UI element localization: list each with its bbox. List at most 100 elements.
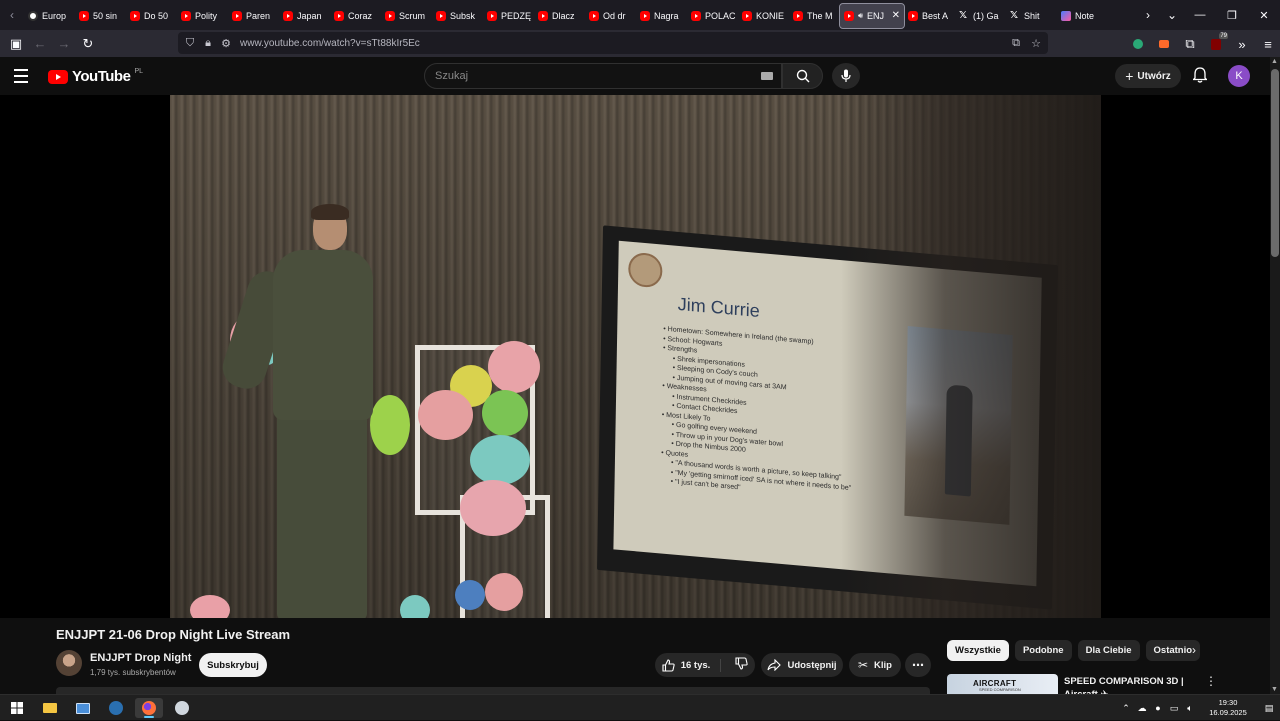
clip-button[interactable]: ✂ Klip	[849, 653, 901, 677]
channel-name[interactable]: ENJJPT Drop Night	[90, 652, 191, 664]
video-player[interactable]: Jim Currie • Hometown: Somewhere in Irel…	[0, 95, 1270, 618]
browser-tab[interactable]: 𝕏 Shit	[1006, 4, 1057, 28]
browser-tab[interactable]: Od dr	[585, 4, 636, 28]
tab-title: Europ	[42, 10, 67, 21]
reload-icon[interactable]: ↻	[76, 32, 100, 56]
share-button[interactable]: Udostępnij	[761, 653, 843, 677]
browser-tab[interactable]: Paren	[228, 4, 279, 28]
url-text[interactable]: www.youtube.com/watch?v=sTt88kIr5Ec	[240, 38, 420, 49]
browser-tab[interactable]: Subsk	[432, 4, 483, 28]
youtube-icon	[844, 10, 854, 21]
computer-app-icon[interactable]	[69, 698, 97, 718]
back-icon[interactable]: ←	[28, 32, 52, 56]
filter-chip[interactable]: Wszystkie	[947, 640, 1009, 661]
microphone-tray-icon[interactable]: ●	[1150, 703, 1166, 713]
browser-tab[interactable]: KONIE	[738, 4, 789, 28]
search-input[interactable]: Szukaj	[424, 63, 782, 89]
close-window-icon[interactable]: ✕	[1248, 9, 1280, 22]
cloud-icon[interactable]: ☁	[1134, 703, 1150, 714]
browser-tab[interactable]: 𝕏 (1) Ga	[955, 4, 1006, 28]
browser-tab[interactable]: PEDZĘ	[483, 4, 534, 28]
browser-tab[interactable]: Scrum	[381, 4, 432, 28]
close-tab-icon[interactable]: ✕	[892, 10, 900, 21]
browser-tab[interactable]: Europ	[24, 4, 75, 28]
x-icon: 𝕏	[1010, 9, 1019, 21]
tab-title: Shit	[1024, 10, 1040, 21]
extensions-icon[interactable]: ⧉	[1178, 32, 1202, 56]
permissions-icon[interactable]: ⚙︎	[220, 37, 232, 50]
search-button[interactable]	[782, 63, 823, 89]
volume-icon[interactable]: 🔈︎	[1182, 703, 1198, 714]
youtube-logo[interactable]: YouTube PL	[48, 68, 143, 85]
browser-tab[interactable]: Nagra	[636, 4, 687, 28]
tab-scroll-left-icon[interactable]: ‹	[0, 0, 24, 30]
minimize-icon[interactable]: —	[1184, 9, 1216, 22]
tab-title: Polity	[195, 10, 218, 21]
notifications-icon[interactable]: ▤	[1258, 703, 1280, 714]
filter-chip[interactable]: Podobne	[1014, 640, 1072, 661]
bookmark-star-icon[interactable]: ☆	[1030, 37, 1042, 50]
browser-tab[interactable]: Best A	[904, 4, 955, 28]
notifications-bell-icon[interactable]	[1190, 67, 1210, 87]
page-scrollbar[interactable]: ▲ ▼	[1270, 57, 1280, 694]
browser-tab[interactable]: Dlacz	[534, 4, 585, 28]
browser-tab[interactable]: POLAC	[687, 4, 738, 28]
browser-tab[interactable]: 50 sin	[75, 4, 126, 28]
browser-tab[interactable]: Coraz	[330, 4, 381, 28]
browser-tab[interactable]: Japan	[279, 4, 330, 28]
network-icon[interactable]: ▭	[1166, 703, 1182, 714]
ublock-extension-icon[interactable]: 79	[1204, 32, 1228, 56]
create-button[interactable]: + Utwórz	[1115, 64, 1181, 88]
picture-in-picture-icon[interactable]: ⧉	[1010, 37, 1022, 50]
list-all-tabs-icon[interactable]: ⌄	[1160, 8, 1184, 22]
tab-audio-icon[interactable]: 🔊︎	[858, 11, 863, 21]
fox-extension-icon[interactable]	[1152, 32, 1176, 56]
description-box[interactable]	[56, 687, 930, 694]
browser-tab[interactable]: The M	[789, 4, 840, 28]
more-tools-icon[interactable]: »	[1230, 32, 1254, 56]
more-actions-button[interactable]: ⋯	[905, 653, 931, 677]
like-button[interactable]: 16 tys.	[662, 658, 722, 672]
url-bar[interactable]: ⛉ 🔒︎ ⚙︎ www.youtube.com/watch?v=sTt88kIr…	[178, 32, 1048, 54]
scrollbar-thumb[interactable]	[1271, 69, 1279, 257]
keyboard-icon[interactable]	[761, 72, 773, 80]
windows-taskbar: ⌃ ☁ ● ▭ 🔈︎ 19:30 16.09.2025 ▤	[0, 694, 1280, 720]
recommendation-thumbnail[interactable]: AIRCRAFT SPEED COMPARISON	[947, 674, 1058, 694]
youtube-icon	[538, 10, 548, 21]
lock-icon[interactable]: 🔒︎	[202, 37, 214, 50]
browser-tab[interactable]: Polity	[177, 4, 228, 28]
voice-search-button[interactable]	[832, 63, 860, 89]
youtube-icon	[742, 10, 752, 21]
subscribe-button[interactable]: Subskrybuj	[199, 653, 267, 677]
steam-icon[interactable]	[102, 698, 130, 718]
filter-chip[interactable]: Dla Ciebie	[1077, 640, 1140, 661]
app-icon[interactable]	[168, 698, 196, 718]
account-avatar[interactable]: K	[1228, 65, 1250, 87]
scroll-down-icon[interactable]: ▼	[1271, 686, 1278, 693]
taskbar-clock[interactable]: 19:30 16.09.2025	[1198, 698, 1258, 718]
dislike-button[interactable]	[727, 657, 748, 673]
guide-menu-icon[interactable]	[14, 66, 34, 86]
vpn-extension-icon[interactable]	[1126, 32, 1150, 56]
firefox-icon[interactable]	[135, 698, 163, 718]
shield-icon[interactable]: ⛉	[184, 37, 196, 50]
browser-tab[interactable]: Note	[1057, 4, 1108, 28]
sidebar-toggle-icon[interactable]: ▣	[4, 32, 28, 56]
scroll-up-icon[interactable]: ▲	[1271, 58, 1278, 65]
browser-tab[interactable]: Do 50	[126, 4, 177, 28]
forward-icon[interactable]: →	[52, 32, 76, 56]
channel-avatar[interactable]	[56, 650, 82, 676]
tab-scroll-right-icon[interactable]: ›	[1136, 8, 1160, 22]
window-controls: — ❐ ✕	[1184, 9, 1280, 22]
browser-tab[interactable]: 🔊︎ ENJ ✕	[839, 2, 905, 29]
chips-next-icon[interactable]: ›	[1192, 643, 1196, 657]
app-menu-icon[interactable]: ≡	[1256, 32, 1280, 56]
restore-icon[interactable]: ❐	[1216, 9, 1248, 22]
windows-start-icon[interactable]	[3, 698, 31, 718]
youtube-icon	[232, 10, 242, 21]
file-explorer-icon[interactable]	[36, 698, 64, 718]
search-icon	[796, 69, 809, 83]
video-frame[interactable]: Jim Currie • Hometown: Somewhere in Irel…	[170, 95, 1101, 618]
recommendation-more-icon[interactable]: ⋮	[1205, 674, 1217, 688]
tray-overflow-icon[interactable]: ⌃	[1118, 703, 1134, 714]
